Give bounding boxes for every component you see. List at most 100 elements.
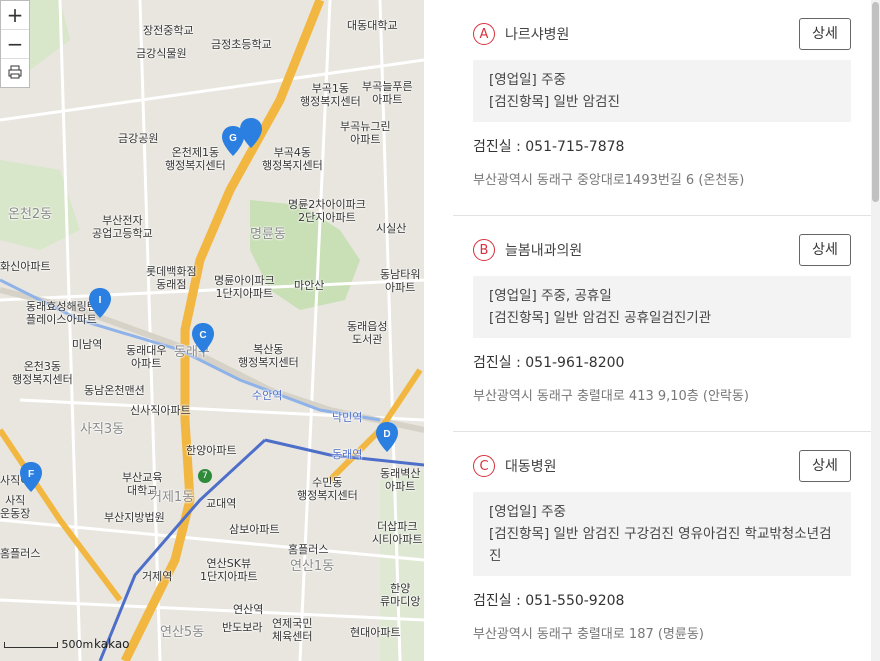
hospital-address: 부산광역시 동래구 충렬대로 187 (명륜동) (473, 627, 704, 642)
map-label: 금강식물원 (136, 47, 187, 60)
scrollbar-thumb[interactable] (872, 2, 879, 202)
map-label: 거제역 (142, 570, 173, 583)
map-label: 동래벽산 아파트 (380, 467, 421, 493)
map-label: 홈플러스 (288, 543, 329, 556)
map-marker-d[interactable]: D (376, 422, 398, 452)
map-label: 삼보아파트 (229, 523, 280, 536)
map-label: 동래효성해링턴 플레이스아파트 (26, 300, 97, 326)
marker-letter: C (199, 330, 206, 341)
map-label: 연산SK뷰 1단지아파트 (200, 557, 258, 583)
map-label: 동래대우 아파트 (126, 344, 167, 370)
map-label: 부곡4동 행정복지센터 (262, 146, 323, 172)
map-scale: 500m (4, 638, 93, 651)
hospital-name: 대동병원 (505, 459, 557, 475)
map-label: 화신아파트 (0, 260, 51, 273)
hospital-card: C 대동병원 상세 [영업일] 주중 [검진항목] 일반 암검진 구강검진 영유… (453, 432, 871, 661)
map-pin-icon: F (20, 462, 42, 492)
map-label: 온천제1동 행정복지센터 (165, 146, 226, 172)
marker-letter: I (99, 295, 102, 306)
map-label: 마안산 (294, 279, 325, 292)
map-view[interactable]: + − 장전중학교 대동대학교 금정초등학교 금강식물원 부곡1동 행정복지센터… (0, 0, 424, 661)
hospital-address: 부산광역시 동래구 충렬대로 413 9,10층 (안락동) (473, 389, 749, 404)
map-marker-overlap[interactable] (240, 118, 262, 148)
map-area-label: 명륜동 (250, 227, 286, 242)
hospital-card: B 늘봄내과의원 상세 [영업일] 주중, 공휴일 [검진항목] 일반 암검진 … (453, 216, 871, 432)
map-pin-icon: I (89, 288, 111, 318)
detail-button[interactable]: 상세 (799, 234, 851, 266)
map-marker-c[interactable]: C (192, 323, 214, 353)
marker-letter: F (28, 469, 34, 480)
business-days: [영업일] 주중 (489, 504, 566, 520)
map-label: 부곡1동 행정복지센터 (300, 82, 361, 108)
hospital-name: 나르샤병원 (505, 27, 570, 43)
road-number-badge: 7 (198, 469, 212, 483)
map-area-label: 연산5동 (160, 625, 205, 640)
map-label: 홈플러스 (0, 547, 41, 560)
map-label: 금정초등학교 (211, 38, 272, 51)
map-label: 한양아파트 (186, 444, 237, 457)
map-label: 동남타워 아파트 (380, 268, 421, 294)
scale-label: 500m (61, 638, 94, 651)
map-area-label: 온천2동 (8, 207, 53, 222)
hospital-phone: 검진실 : 051-961-8200 (473, 355, 625, 371)
map-area-label: 사직3동 (80, 422, 125, 437)
map-label: 부곡늘푸른 아파트 (362, 80, 413, 106)
hospital-list: A 나르샤병원 상세 [영업일] 주중 [검진항목] 일반 암검진 검진실 : … (453, 0, 871, 661)
map-label: 동래읍성 도서관 (347, 320, 388, 346)
map-area-label: 연산1동 (290, 559, 335, 574)
hospital-info-box: [영업일] 주중 [검진항목] 일반 암검진 (473, 60, 851, 122)
checkup-items: [검진항목] 일반 암검진 공휴일검진기관 (489, 310, 712, 326)
zoom-in-button[interactable]: + (1, 1, 29, 30)
business-days: [영업일] 주중 (489, 72, 566, 88)
detail-button[interactable]: 상세 (799, 18, 851, 50)
print-button[interactable] (1, 59, 29, 87)
map-label: 사직 운동장 (0, 494, 31, 520)
subway-station-label: 동래역 (332, 448, 363, 461)
map-label: 대동대학교 (347, 19, 398, 32)
map-label: 현대아파트 (350, 626, 401, 639)
hospital-card: A 나르샤병원 상세 [영업일] 주중 [검진항목] 일반 암검진 검진실 : … (453, 0, 871, 216)
hospital-phone: 검진실 : 051-550-9208 (473, 593, 625, 609)
map-label: 연산역 (233, 603, 264, 616)
hospital-address: 부산광역시 동래구 중앙대로1493번길 6 (온천동) (473, 173, 745, 188)
map-label: 금강공원 (118, 132, 159, 145)
map-label: 온천3동 행정복지센터 (12, 360, 73, 386)
map-label: 반도보라 (222, 621, 263, 634)
scrollbar[interactable] (871, 0, 880, 661)
scale-bar (4, 642, 58, 648)
map-pin-icon (240, 118, 262, 148)
marker-letter: D (383, 429, 390, 440)
map-label: 롯데백화점 동래점 (146, 265, 197, 291)
detail-button[interactable]: 상세 (799, 450, 851, 482)
map-pin-icon: D (376, 422, 398, 452)
map-label: 명륜아이파크 1단지아파트 (214, 274, 275, 300)
checkup-items: [검진항목] 일반 암검진 구강검진 영유아검진 학교밖청소년검진 (489, 526, 832, 564)
map-label: 부산지방법원 (104, 511, 165, 524)
map-label: 수민동 행정복지센터 (297, 476, 358, 502)
map-label: 한양 류마디앙 (380, 582, 421, 608)
print-icon (8, 65, 22, 79)
hospital-letter-badge: C (473, 455, 495, 477)
marker-letter: G (229, 133, 237, 144)
map-label: 동남온천맨션 (84, 384, 145, 397)
map-label: 신사직아파트 (130, 404, 191, 417)
map-label: 시실산 (376, 222, 407, 235)
map-label: 명륜2차아이파크 2단지아파트 (288, 198, 366, 224)
map-label: 미남역 (72, 338, 103, 351)
map-brand-logo: kakao (94, 637, 130, 651)
map-marker-f[interactable]: F (20, 462, 42, 492)
map-label: 교대역 (206, 497, 237, 510)
zoom-control: + − (0, 0, 30, 88)
map-pin-icon: C (192, 323, 214, 353)
business-days: [영업일] 주중, 공휴일 (489, 288, 612, 304)
hospital-letter-badge: A (473, 23, 495, 45)
zoom-out-button[interactable]: − (1, 30, 29, 59)
subway-station-label: 수안역 (252, 389, 283, 402)
hospital-phone: 검진실 : 051-715-7878 (473, 139, 625, 155)
map-label: 부산전자 공업고등학교 (92, 214, 153, 240)
hospital-letter-badge: B (473, 239, 495, 261)
map-label: 더삽파크 시티아파트 (372, 520, 423, 546)
map-label: 부곡뉴그린 아파트 (340, 120, 391, 146)
map-area-label: 거제1동 (150, 490, 195, 505)
map-marker-i[interactable]: I (89, 288, 111, 318)
